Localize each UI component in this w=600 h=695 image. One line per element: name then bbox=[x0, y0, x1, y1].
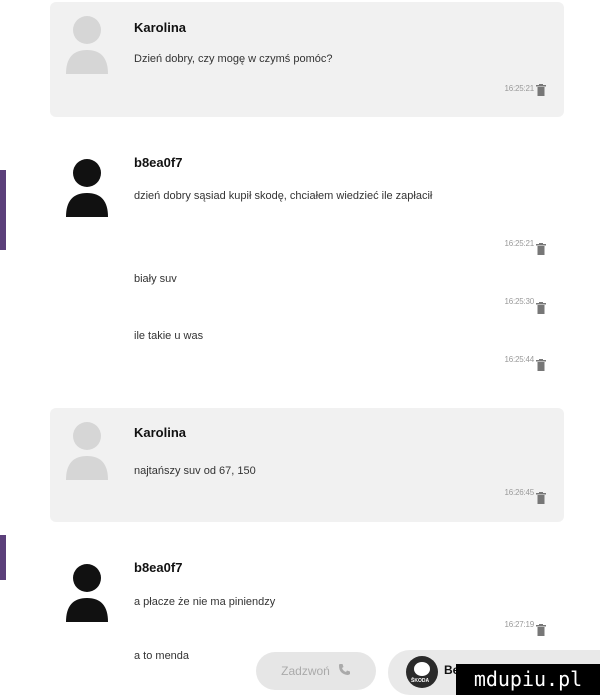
message-author: b8ea0f7 bbox=[134, 560, 183, 575]
user-avatar-icon bbox=[64, 560, 110, 622]
draft-message-text: a to menda bbox=[134, 650, 190, 662]
trash-icon[interactable] bbox=[536, 302, 546, 314]
message-timestamp: 16:25:30 bbox=[504, 297, 534, 306]
message-group: Karolina Dzień dobry, czy mogę w czymś p… bbox=[50, 2, 564, 117]
message-group: Karolina najtańszy suv od 67, 150 16:26:… bbox=[50, 408, 564, 522]
skoda-logo: ŠKODA bbox=[406, 656, 438, 688]
message-timestamp: 16:25:21 bbox=[504, 84, 534, 93]
message-timestamp: 16:25:44 bbox=[504, 355, 534, 364]
message-group: b8ea0f7 dzień dobry sąsiad kupił skodę, … bbox=[50, 145, 564, 380]
message-timestamp: 16:26:45 bbox=[504, 488, 534, 497]
call-button-label: Zadzwoń bbox=[281, 664, 330, 678]
message-author: Karolina bbox=[134, 425, 187, 440]
left-accent-bar bbox=[0, 535, 6, 580]
trash-icon[interactable] bbox=[536, 492, 546, 504]
message-text: a płacze że nie ma piniendzy bbox=[134, 596, 276, 608]
brand-logo-text: ŠKODA bbox=[411, 678, 430, 684]
message-text: najtańszy suv od 67, 150 bbox=[134, 465, 256, 477]
message-author: Karolina bbox=[134, 20, 187, 35]
trash-icon[interactable] bbox=[536, 84, 546, 96]
trash-icon[interactable] bbox=[536, 359, 546, 371]
user-avatar-icon bbox=[64, 155, 110, 217]
trash-icon[interactable] bbox=[536, 243, 546, 255]
message-group: b8ea0f7 a płacze że nie ma piniendzy 16:… bbox=[50, 550, 564, 642]
call-button[interactable]: Zadzwoń bbox=[256, 652, 376, 690]
watermark: mdupiu.pl bbox=[456, 664, 600, 695]
message-text: dzień dobry sąsiad kupił skodę, chciałem… bbox=[134, 190, 433, 202]
agent-avatar-icon bbox=[64, 418, 110, 480]
message-text: Dzień dobry, czy mogę w czymś pomóc? bbox=[134, 53, 333, 65]
message-text: biały suv bbox=[134, 273, 177, 285]
message-text: ile takie u was bbox=[134, 330, 204, 342]
message-author: b8ea0f7 bbox=[134, 155, 183, 170]
phone-icon bbox=[338, 663, 351, 679]
trash-icon[interactable] bbox=[536, 624, 546, 636]
left-accent-bar bbox=[0, 170, 6, 250]
message-timestamp: 16:25:21 bbox=[504, 239, 534, 248]
message-timestamp: 16:27:19 bbox=[504, 620, 534, 629]
agent-avatar-icon bbox=[64, 12, 110, 74]
